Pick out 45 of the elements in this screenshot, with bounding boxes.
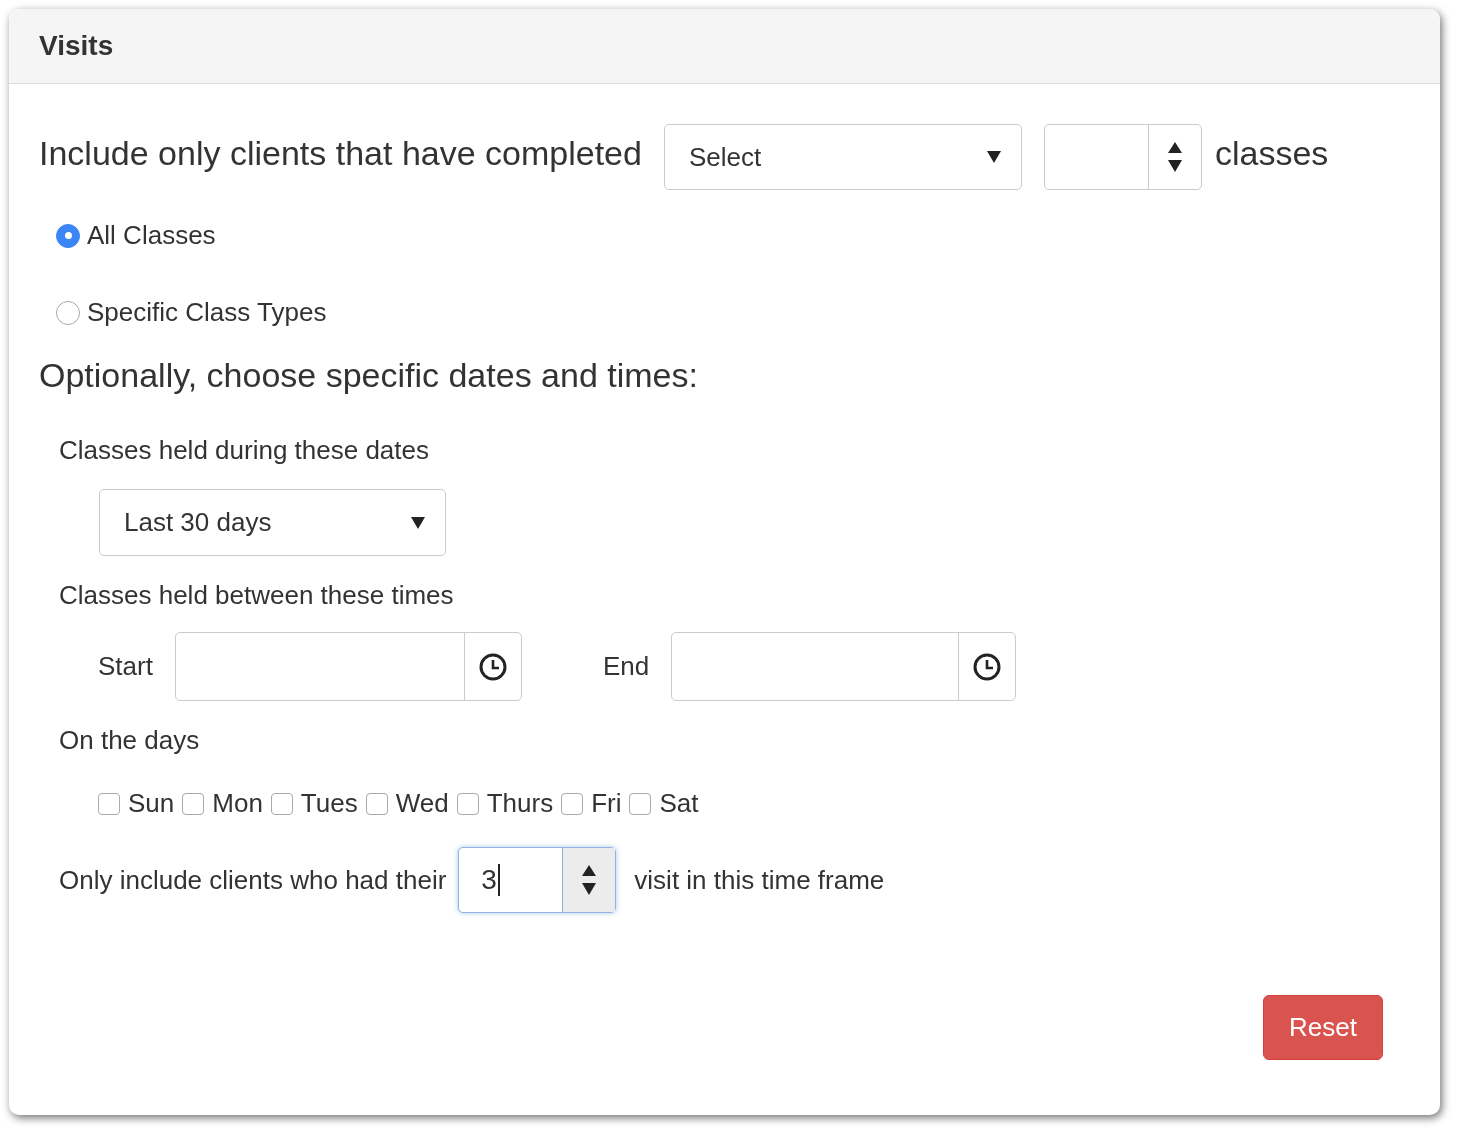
- dropdown-value: Select: [688, 141, 762, 173]
- number-field[interactable]: 3: [458, 847, 617, 913]
- field-label: visit in this time frame: [634, 864, 885, 896]
- checkbox[interactable]: [98, 792, 120, 815]
- checkbox[interactable]: [561, 792, 584, 815]
- start-time-field[interactable]: [174, 632, 522, 701]
- end-label: End: [602, 651, 650, 682]
- start-label: Start: [98, 651, 153, 682]
- unit-label: classes: [1214, 133, 1329, 173]
- checkbox[interactable]: [365, 792, 388, 815]
- caret-icon: [411, 516, 425, 529]
- checkbox-label: Mon: [212, 788, 263, 819]
- checkbox[interactable]: [270, 792, 293, 815]
- clock-icon: [478, 652, 507, 681]
- dropdown-value: Last 30 days: [124, 507, 272, 538]
- field-value: 3: [481, 864, 497, 896]
- checkbox-label: Thurs: [486, 788, 554, 819]
- radio-button[interactable]: [56, 223, 80, 248]
- up-down-arrows-icon: [582, 865, 597, 895]
- checkbox-label: Wed: [395, 788, 449, 819]
- checkbox[interactable]: [182, 792, 205, 815]
- clock-icon: [973, 652, 1002, 681]
- checkbox-label: Fri: [591, 788, 622, 819]
- radio-label: All Classes: [87, 220, 216, 251]
- reset-button[interactable]: Reset: [1263, 995, 1383, 1060]
- classes-dropdown[interactable]: Select: [663, 124, 1022, 190]
- caret-icon: [986, 151, 1001, 163]
- radio-button[interactable]: [56, 300, 80, 325]
- checkbox[interactable]: [456, 792, 479, 815]
- filter-label: Include only clients that have completed: [39, 133, 642, 173]
- section-heading: Optionally, choose specific dates and times:: [39, 356, 699, 395]
- field-label: Classes held between these times: [58, 580, 455, 611]
- checkbox-label: Sun: [128, 788, 175, 819]
- number-field[interactable]: [1043, 124, 1202, 190]
- end-time-field[interactable]: [671, 632, 1017, 701]
- date-range-dropdown[interactable]: Last 30 days: [99, 489, 446, 556]
- checkbox-label: Tues: [300, 788, 358, 819]
- panel-title: Visits: [39, 30, 114, 62]
- checkbox-label: Sat: [659, 788, 699, 819]
- field-label: Only include clients who had their: [59, 864, 447, 896]
- checkbox[interactable]: [629, 792, 652, 815]
- up-down-arrows-icon: [1167, 142, 1182, 172]
- field-label: Classes held during these dates: [58, 435, 430, 466]
- field-label: On the days: [58, 725, 201, 756]
- radio-label: Specific Class Types: [87, 297, 327, 328]
